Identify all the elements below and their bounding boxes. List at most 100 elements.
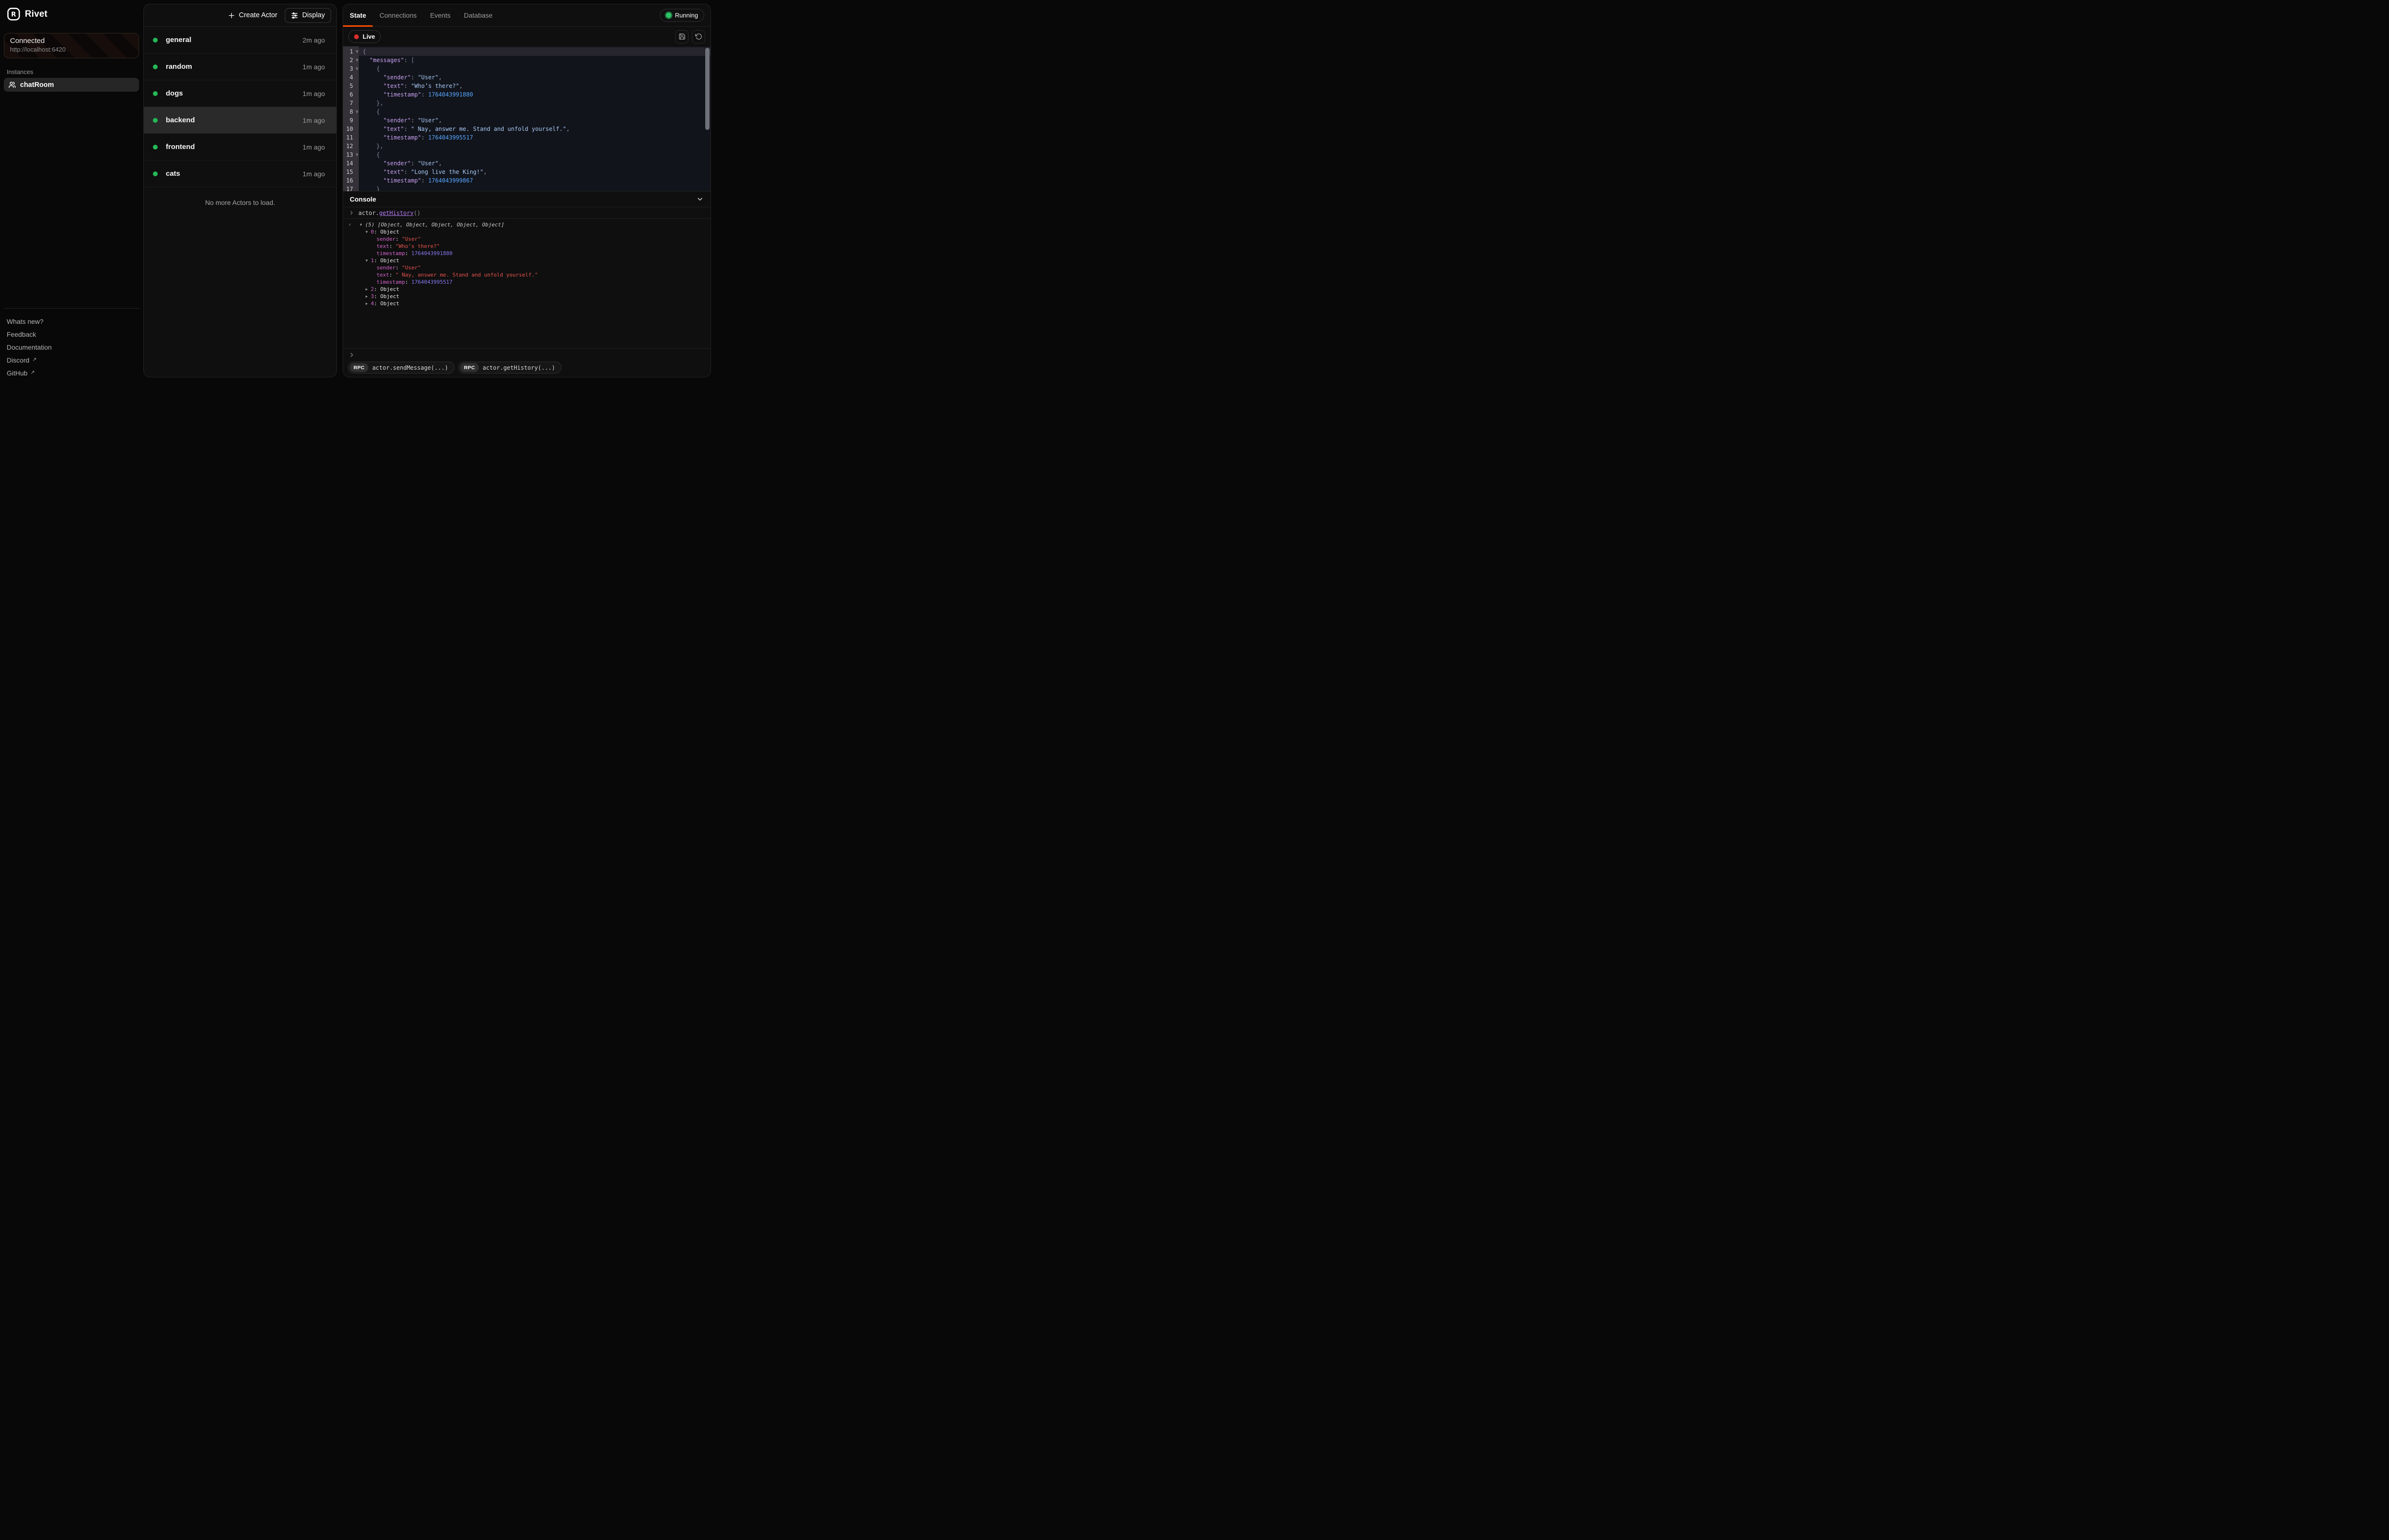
tree-num: 1764043991880 — [411, 250, 452, 257]
console-tree-row[interactable]: ▶3: Object — [343, 293, 710, 300]
fold-chevron-icon[interactable]: v — [356, 107, 358, 116]
sidebar-footer-links: Whats new? Feedback Documentation Discor… — [7, 315, 52, 379]
link-label: Discord — [7, 356, 29, 364]
link-label: Whats new? — [7, 318, 43, 325]
actor-age: 1m ago — [302, 90, 325, 97]
token-str: "Long live the King!" — [411, 169, 484, 175]
disclosure-open-icon[interactable]: ▼ — [366, 228, 371, 235]
console-tree-row: sender: "User" — [343, 235, 710, 243]
token-str: "User" — [418, 74, 438, 81]
disclosure-closed-icon[interactable]: ▶ — [366, 286, 371, 293]
tree-obj: : Object — [374, 293, 399, 300]
save-state-button[interactable] — [675, 30, 689, 43]
tab-state[interactable]: State — [343, 4, 373, 26]
actor-row-backend[interactable]: backend1m ago — [144, 107, 336, 134]
line-number: 12 — [343, 142, 359, 150]
state-json-editor[interactable]: 1v2v3v45678v910111213v14151617 {"message… — [343, 46, 710, 192]
status-badge: Running — [660, 9, 704, 22]
token-pun: , — [459, 83, 463, 89]
actor-row-general[interactable]: general2m ago — [144, 27, 336, 53]
create-actor-button[interactable]: Create Actor — [223, 8, 282, 22]
console-tree-row[interactable]: ▼1: Object — [343, 257, 710, 264]
chevron-down-icon[interactable] — [696, 195, 704, 203]
token-pun: : — [404, 83, 411, 89]
console-tree-row[interactable]: ▶4: Object — [343, 300, 710, 307]
console-prompt[interactable] — [343, 348, 710, 361]
tree-pk: 0 — [371, 228, 374, 235]
rpc-button-0[interactable]: RPCactor.sendMessage(...) — [348, 362, 454, 374]
token-brace: { — [363, 48, 366, 55]
display-options-button[interactable]: Display — [285, 8, 331, 23]
actor-name: dogs — [166, 89, 183, 97]
editor-scrollbar[interactable] — [705, 48, 710, 130]
sidebar-item-instance-chatroom[interactable]: chatRoom — [4, 78, 139, 92]
app-root: R Rivet Connected http://localhost:6420 … — [0, 0, 715, 385]
connection-url: http://localhost:6420 — [10, 46, 133, 53]
tab-database[interactable]: Database — [457, 4, 499, 26]
sidebar-link-documentation[interactable]: Documentation — [7, 341, 52, 353]
inspector-panel: StateConnectionsEventsDatabase Running L… — [343, 4, 711, 377]
tab-connections[interactable]: Connections — [373, 4, 423, 26]
rpc-badge: RPC — [350, 363, 368, 372]
code-line: }, — [359, 142, 710, 150]
sidebar-link-whats-new[interactable]: Whats new? — [7, 315, 52, 328]
fold-chevron-icon[interactable]: v — [356, 64, 358, 73]
code-line: "messages": [ — [359, 56, 710, 64]
actor-status-dot-icon — [153, 91, 158, 96]
tree-obj: : — [389, 243, 396, 250]
actor-row-frontend[interactable]: frontend1m ago — [144, 134, 336, 160]
revert-state-button[interactable] — [692, 30, 705, 43]
rotate-ccw-icon — [695, 33, 702, 40]
token-str: "Who’s there?" — [411, 83, 459, 89]
rpc-button-1[interactable]: RPCactor.getHistory(...) — [458, 362, 561, 374]
console-tree-row[interactable]: ▼0: Object — [343, 228, 710, 235]
inspector-tabbar: StateConnectionsEventsDatabase Running — [343, 4, 710, 27]
brand[interactable]: R Rivet — [7, 8, 47, 21]
console-tree-row[interactable]: ‹▼(5) [Object, Object, Object, Object, O… — [343, 221, 710, 228]
actor-row-random[interactable]: random1m ago — [144, 53, 336, 80]
actor-name: general — [166, 36, 191, 44]
sidebar-link-feedback[interactable]: Feedback — [7, 328, 52, 341]
disclosure-open-icon[interactable]: ▼ — [360, 221, 365, 228]
editor-code-area[interactable]: {"messages": [{"sender": "User","text": … — [359, 46, 710, 191]
token-key: "text" — [383, 169, 404, 175]
actor-age: 1m ago — [302, 63, 325, 71]
actor-status-dot-icon — [153, 145, 158, 150]
connection-status: Connected — [10, 37, 133, 45]
line-number: 6 — [343, 90, 359, 99]
actor-list-empty-note: No more Actors to load. — [144, 199, 336, 206]
console-header[interactable]: Console — [343, 192, 710, 207]
actor-row-dogs[interactable]: dogs 1m ago — [144, 80, 336, 107]
token-pun: : — [421, 177, 428, 184]
sidebar-separator — [4, 308, 140, 309]
token-pun: : — [404, 57, 411, 64]
fold-chevron-icon[interactable]: v — [356, 56, 358, 64]
rpc-code: actor.getHistory(...) — [483, 364, 555, 371]
sidebar-link-github[interactable]: GitHub ↗ — [7, 366, 52, 379]
token-key: "text" — [383, 126, 404, 132]
tree-obj: : — [396, 264, 402, 271]
line-number: 7 — [343, 99, 359, 107]
chevron-right-icon — [349, 352, 355, 358]
console-tree-row: sender: "User" — [343, 264, 710, 271]
line-number: 10 — [343, 125, 359, 133]
fold-chevron-icon[interactable]: v — [356, 150, 358, 159]
tab-events[interactable]: Events — [423, 4, 457, 26]
disclosure-open-icon[interactable]: ▼ — [366, 257, 371, 264]
line-number: 13v — [343, 150, 359, 159]
sidebar-link-discord[interactable]: Discord ↗ — [7, 353, 52, 366]
live-label: Live — [363, 33, 375, 40]
disclosure-closed-icon[interactable]: ▶ — [366, 293, 371, 300]
live-toggle[interactable]: Live — [348, 30, 381, 43]
console-history-entry[interactable]: actor.getHistory() — [343, 207, 710, 219]
running-dot-icon — [666, 13, 671, 18]
brand-name: Rivet — [25, 9, 47, 20]
console-tree-row[interactable]: ▶2: Object — [343, 286, 710, 293]
fold-chevron-icon[interactable]: v — [356, 47, 358, 56]
token-brace: { — [377, 65, 380, 72]
disclosure-closed-icon[interactable]: ▶ — [366, 300, 371, 307]
tree-pk: text — [377, 243, 389, 250]
tree-pk: 4 — [371, 300, 374, 307]
actor-row-cats[interactable]: cats1m ago — [144, 160, 336, 187]
token-brace: }, — [377, 100, 383, 107]
